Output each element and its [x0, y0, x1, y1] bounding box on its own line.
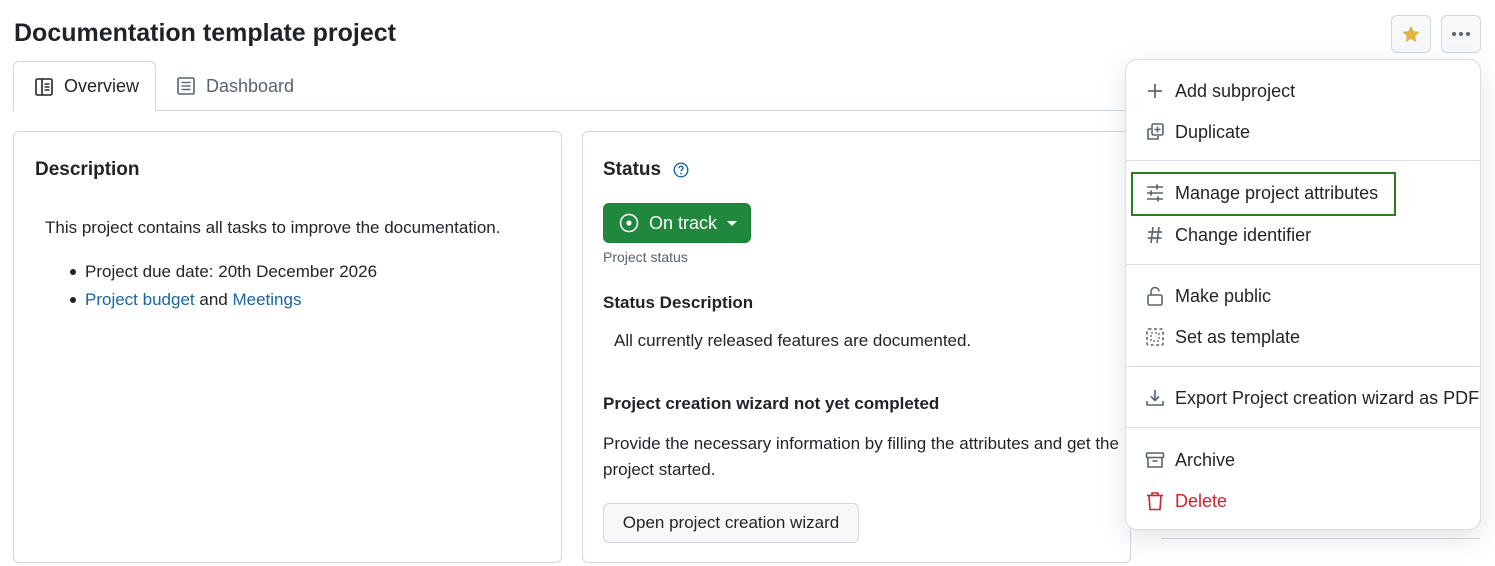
archive-icon	[1145, 450, 1165, 470]
kebab-horizontal-icon	[1452, 32, 1470, 36]
menu-item-set-as-template[interactable]: Set as template	[1126, 319, 1480, 355]
menu-item-label: Add subproject	[1175, 80, 1296, 101]
menu-divider	[1126, 366, 1480, 367]
divider	[1161, 538, 1480, 539]
menu-item-archive[interactable]: Archive	[1126, 442, 1480, 478]
description-text: This project contains all tasks to impro…	[45, 218, 501, 237]
status-dot-icon	[619, 213, 639, 233]
status-value: On track	[649, 212, 718, 233]
star-icon	[1402, 25, 1420, 42]
plus-icon	[1145, 81, 1165, 101]
menu-divider	[1126, 160, 1480, 161]
tab-bar: Overview Dashboard	[13, 61, 1130, 112]
favorite-button[interactable]	[1391, 15, 1431, 53]
menu-item-make-public[interactable]: Make public	[1126, 278, 1480, 314]
status-widget: Status On track Project status Status De…	[582, 131, 1131, 563]
menu-divider	[1126, 264, 1480, 265]
and-text: and	[199, 290, 228, 309]
list-item: Project budget and Meetings	[69, 289, 377, 317]
menu-item-label: Make public	[1175, 285, 1272, 306]
menu-item-manage-project-attributes[interactable]: Manage project attributes	[1126, 175, 1480, 211]
tab-overview[interactable]: Overview	[13, 61, 156, 112]
trash-icon	[1145, 491, 1165, 511]
menu-item-duplicate[interactable]: Duplicate	[1126, 114, 1480, 150]
caret-down-icon	[727, 220, 738, 226]
status-description-title: Status Description	[603, 293, 754, 312]
open-wizard-button[interactable]: Open project creation wizard	[603, 503, 859, 543]
wizard-text: Provide the necessary information by fil…	[603, 434, 1119, 479]
menu-item-label: Set as template	[1175, 326, 1301, 347]
description-title: Description	[35, 159, 140, 180]
menu-item-add-subproject[interactable]: Add subproject	[1126, 73, 1480, 109]
menu-item-label: Delete	[1175, 490, 1228, 511]
more-actions-button[interactable]	[1441, 15, 1481, 53]
status-header: Status	[603, 159, 689, 181]
meetings-link[interactable]: Meetings	[232, 290, 301, 309]
menu-item-label: Duplicate	[1175, 121, 1251, 142]
list-item: Project due date: 20th December 2026	[69, 261, 378, 289]
menu-item-export-pdf[interactable]: Export Project creation wizard as PDF	[1126, 380, 1480, 416]
menu-item-label: Export Project creation wizard as PDF	[1175, 387, 1480, 408]
question-icon[interactable]	[673, 162, 689, 178]
status-caption: Project status	[603, 249, 688, 265]
menu-item-delete[interactable]: Delete	[1126, 483, 1480, 519]
sliders-icon	[1145, 183, 1165, 203]
menu-divider	[1126, 427, 1480, 428]
menu-item-label: Change identifier	[1175, 224, 1312, 245]
hash-icon	[1145, 225, 1165, 245]
book-icon	[34, 77, 54, 97]
wizard-title: Project creation wizard not yet complete…	[603, 394, 940, 413]
download-icon	[1145, 388, 1165, 408]
tab-dashboard[interactable]: Dashboard	[176, 61, 294, 111]
tab-overview-label: Overview	[64, 76, 140, 96]
menu-item-change-identifier[interactable]: Change identifier	[1126, 217, 1480, 253]
menu-item-label: Manage project attributes	[1175, 182, 1379, 203]
more-actions-menu: Add subproject Duplicate Manage project …	[1125, 59, 1481, 530]
due-date-text: Project due date: 20th December 2026	[85, 262, 378, 281]
status-title: Status	[603, 159, 662, 180]
unlock-icon	[1145, 286, 1165, 306]
menu-item-label: Archive	[1175, 449, 1236, 470]
project-budget-link[interactable]: Project budget	[85, 290, 195, 309]
description-widget: Description This project contains all ta…	[13, 131, 562, 563]
status-description-text: All currently released features are docu…	[614, 331, 972, 350]
description-list: Project due date: 20th December 2026 Pro…	[69, 261, 378, 317]
status-dropdown-button[interactable]: On track	[603, 203, 751, 243]
duplicate-icon	[1145, 122, 1165, 142]
tab-dashboard-label: Dashboard	[206, 75, 295, 96]
template-icon	[1145, 327, 1165, 347]
page-title: Documentation template project	[14, 19, 396, 47]
list-icon	[176, 76, 196, 96]
